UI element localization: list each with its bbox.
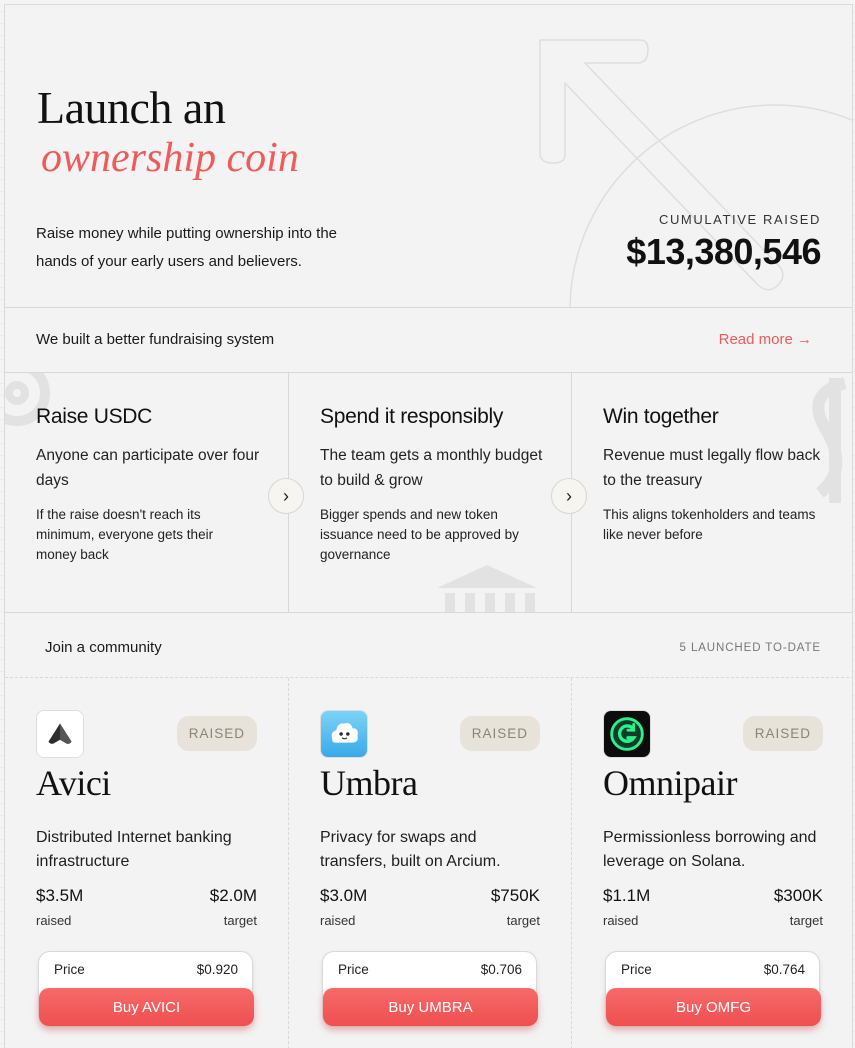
feature-detail-text: Bigger spends and new token issuance nee… <box>320 507 519 562</box>
coin-card-avici[interactable]: RAISED Avici Distributed Internet bankin… <box>5 678 288 1048</box>
hero-title: Launch an <box>37 82 226 133</box>
chevron-right-icon: › <box>566 485 572 506</box>
coin-card-omnipair[interactable]: RAISED Omnipair Permissionless borrowing… <box>571 678 852 1048</box>
coin-card-umbra[interactable]: RAISED Umbra Privacy for swaps and trans… <box>288 678 571 1048</box>
price-box: Price $0.920 Buy AVICI <box>38 951 254 1027</box>
target-value: $2.0M <box>209 886 257 905</box>
feature-title: Raise USDC <box>36 405 153 428</box>
feature-title: Win together <box>603 405 719 428</box>
hero-section: Launch an ownership coin Raise money whi… <box>5 5 852 308</box>
next-arrow-button[interactable]: › <box>268 478 304 514</box>
coin-description: Permissionless borrowing and leverage on… <box>603 829 817 870</box>
target-label: target <box>789 913 823 928</box>
raised-label: raised <box>36 913 72 928</box>
feature-spend-responsibly: Spend it responsibly The team gets a mon… <box>288 373 571 612</box>
fundraising-system-bar: We built a better fundraising system Rea… <box>5 308 852 373</box>
feature-detail-text: If the raise doesn't reach its minimum, … <box>36 507 214 562</box>
raised-value: $1.1M <box>603 886 651 905</box>
next-arrow-button[interactable]: › <box>551 478 587 514</box>
price-value: $0.764 <box>763 962 805 977</box>
feature-title: Spend it responsibly <box>320 405 504 428</box>
cumulative-raised-label: CUMULATIVE RAISED <box>658 212 821 227</box>
raised-badge: RAISED <box>176 716 257 751</box>
chevron-right-icon: › <box>283 485 289 506</box>
target-label: target <box>223 913 257 928</box>
price-label: Price <box>54 962 85 977</box>
coin-description: Distributed Internet banking infrastruct… <box>36 829 232 870</box>
price-box: Price $0.764 Buy OMFG <box>605 951 821 1027</box>
feature-main-text: The team gets a monthly budget to build … <box>320 447 543 489</box>
raised-badge: RAISED <box>459 716 540 751</box>
umbra-logo-icon <box>320 710 368 758</box>
target-value: $300K <box>773 886 823 905</box>
target-value: $750K <box>490 886 540 905</box>
coin-name: Umbra <box>320 763 418 803</box>
launched-count: 5 LAUNCHED TO-DATE <box>679 642 821 654</box>
price-label: Price <box>338 962 369 977</box>
buy-avici-button[interactable]: Buy AVICI <box>39 988 254 1026</box>
feature-raise-usdc: Raise USDC Anyone can participate over f… <box>5 373 288 612</box>
price-box: Price $0.706 Buy UMBRA <box>322 951 538 1027</box>
buy-umbra-button[interactable]: Buy UMBRA <box>323 988 538 1026</box>
feature-main-text: Anyone can participate over four days <box>36 447 260 489</box>
target-label: target <box>506 913 540 928</box>
raised-label: raised <box>320 913 356 928</box>
raised-label: raised <box>603 913 639 928</box>
coin-name: Avici <box>36 763 111 803</box>
feature-main-text: Revenue must legally flow back to the tr… <box>603 447 821 489</box>
community-title: Join a community <box>45 639 162 656</box>
features-section: Raise USDC Anyone can participate over f… <box>5 373 852 613</box>
cumulative-raised-value: $13,380,546 <box>626 231 821 272</box>
hero-subtitle: Raise money while putting ownership into… <box>36 225 338 270</box>
hero-title-accent: ownership coin <box>41 135 299 181</box>
price-value: $0.920 <box>196 962 238 977</box>
feature-detail-text: This aligns tokenholders and teams like … <box>603 507 816 542</box>
raised-value: $3.5M <box>36 886 84 905</box>
raised-value: $3.0M <box>320 886 368 905</box>
price-label: Price <box>621 962 652 977</box>
coin-description: Privacy for swaps and transfers, built o… <box>320 829 501 870</box>
price-value: $0.706 <box>480 962 522 977</box>
omnipair-logo-icon <box>603 710 651 758</box>
avici-logo-icon <box>36 710 84 758</box>
read-more-link[interactable]: Read more → <box>719 331 812 348</box>
community-bar: Join a community 5 LAUNCHED TO-DATE <box>5 613 852 678</box>
buy-omfg-button[interactable]: Buy OMFG <box>606 988 821 1026</box>
raised-badge: RAISED <box>742 716 823 751</box>
fundraising-system-text: We built a better fundraising system <box>36 331 275 348</box>
page: Launch an ownership coin Raise money whi… <box>4 4 853 1048</box>
feature-win-together: Win together Revenue must legally flow b… <box>571 373 852 612</box>
coin-name: Omnipair <box>603 763 737 803</box>
